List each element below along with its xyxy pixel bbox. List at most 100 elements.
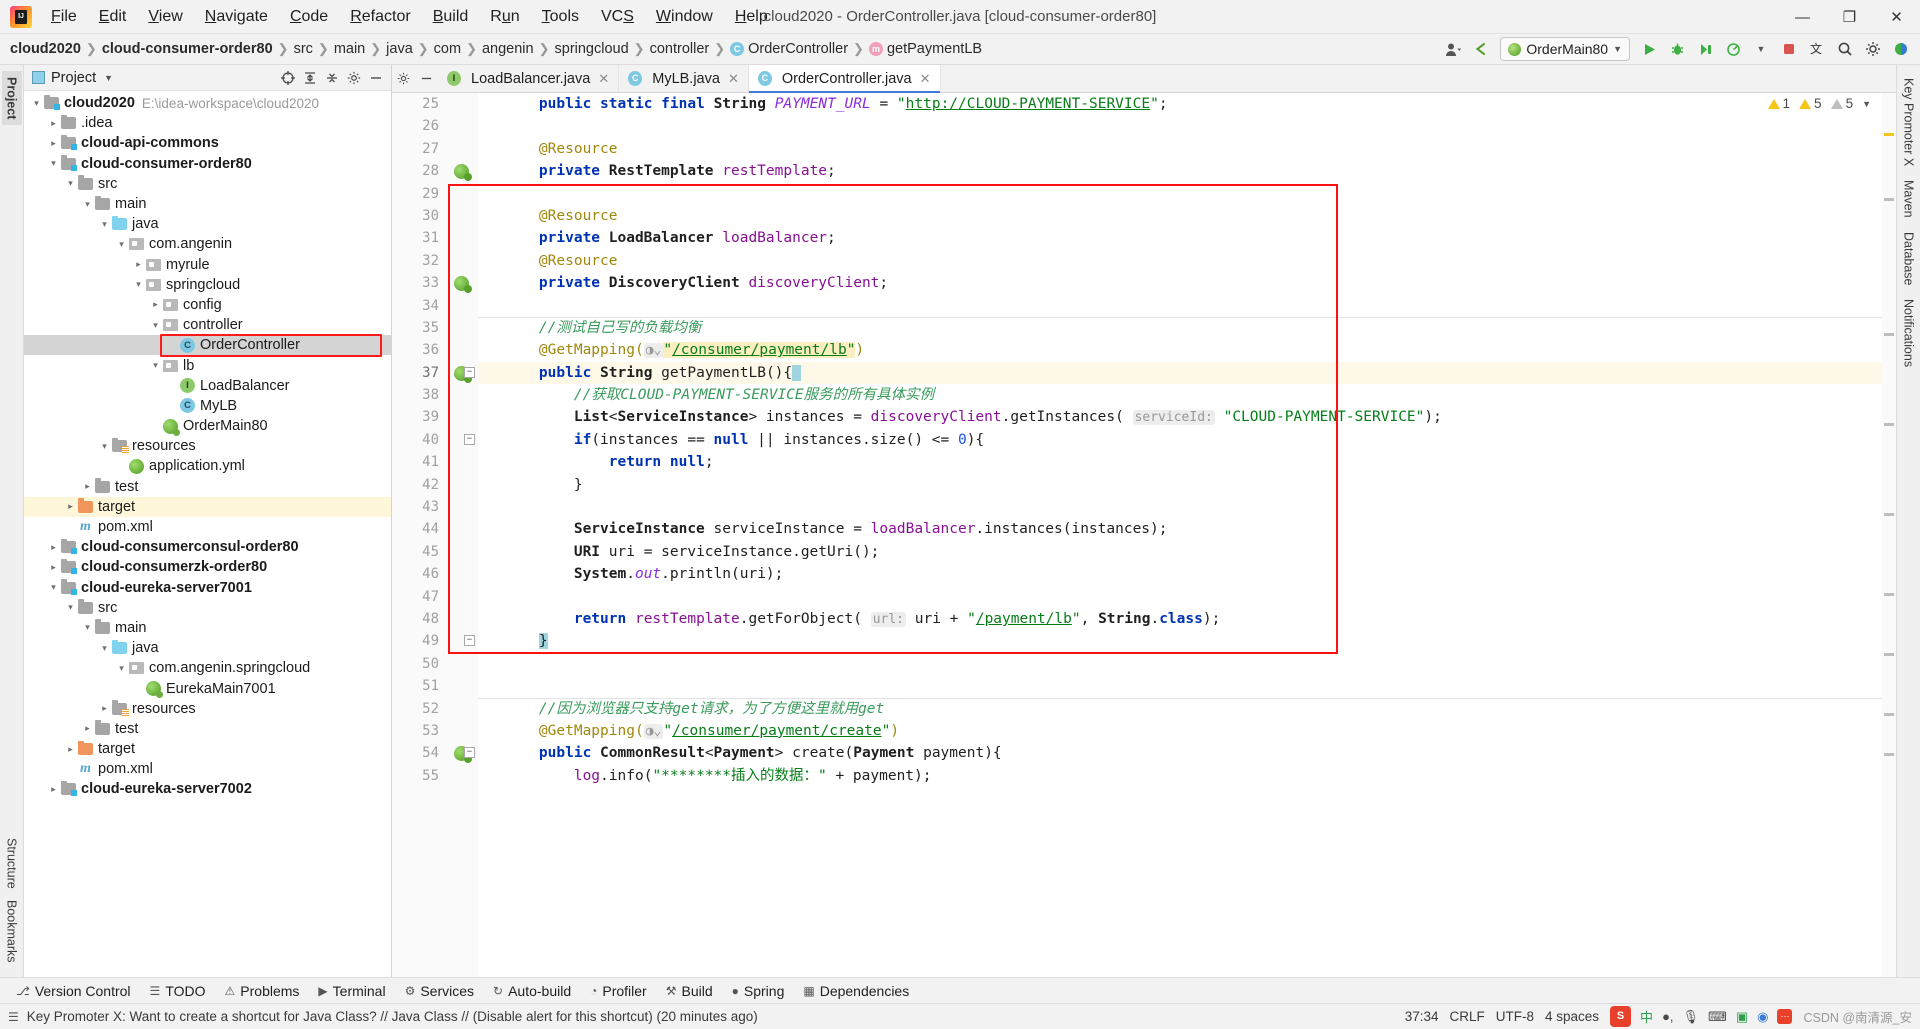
breadcrumb-controller[interactable]: controller bbox=[650, 41, 710, 57]
menu-vcs[interactable]: VCS bbox=[590, 3, 645, 31]
close-tab-icon[interactable]: ✕ bbox=[920, 71, 931, 87]
code-editor[interactable]: 25 26 27 28 29 30 31 32 33 34 35 36 37 38 39 40 41 42 43 44… bbox=[392, 93, 1896, 977]
tool-window-build[interactable]: ⚒ Build bbox=[658, 981, 721, 1001]
run-button[interactable] bbox=[1636, 37, 1662, 62]
warning-marker[interactable] bbox=[1884, 133, 1894, 136]
tree-node-test[interactable]: ▸ test bbox=[24, 719, 391, 739]
sogou-ime-logo-icon[interactable]: S bbox=[1610, 1006, 1632, 1027]
tree-node-java[interactable]: ▾ java bbox=[24, 214, 391, 234]
breadcrumb-com[interactable]: com bbox=[434, 41, 461, 57]
menu-build[interactable]: Build bbox=[422, 3, 480, 31]
indent-setting[interactable]: 4 spaces bbox=[1545, 1009, 1599, 1024]
tree-expand-arrow[interactable]: ▾ bbox=[98, 219, 111, 230]
tree-expand-arrow[interactable]: ▾ bbox=[47, 158, 60, 169]
tab-loadbalancer-java[interactable]: I LoadBalancer.java ✕ bbox=[438, 65, 620, 92]
tree-expand-arrow[interactable]: ▾ bbox=[30, 98, 43, 109]
tree-node-pom-xml[interactable]: m pom.xml bbox=[24, 517, 391, 537]
code-content[interactable]: public static final String PAYMENT_URL =… bbox=[478, 93, 1882, 977]
hide-panel-icon[interactable] bbox=[366, 68, 386, 88]
tree-expand-arrow[interactable]: ▾ bbox=[47, 582, 60, 593]
code-line[interactable]: System.out.println(uri); bbox=[478, 563, 1882, 585]
close-tab-icon[interactable]: ✕ bbox=[598, 71, 609, 87]
tool-window-auto-build[interactable]: ↻ Auto-build bbox=[485, 981, 579, 1001]
spring-bean-gutter-icon[interactable] bbox=[454, 164, 472, 182]
code-line[interactable]: public String getPaymentLB(){ bbox=[478, 361, 1882, 385]
sidebar-item-key-promoter-x[interactable]: Key Promoter X bbox=[1900, 71, 1918, 173]
inspection-widget[interactable]: 1 5 5 ▼ bbox=[1764, 96, 1874, 111]
menu-help[interactable]: Help bbox=[724, 3, 779, 31]
info-marker[interactable] bbox=[1884, 593, 1894, 596]
warning-count[interactable]: 1 bbox=[1767, 96, 1790, 111]
caret-position[interactable]: 37:34 bbox=[1405, 1009, 1439, 1024]
code-line[interactable]: //因为浏览器只支持get请求，为了方便这里就用get bbox=[478, 697, 1882, 720]
tree-node-cloud-consumerzk-order80[interactable]: ▸ cloud-consumerzk-order80 bbox=[24, 557, 391, 577]
tool-window-profiler[interactable]: ◔ Profiler bbox=[582, 981, 655, 1001]
tree-node-com-angenin-springcloud[interactable]: ▾ com.angenin.springcloud bbox=[24, 658, 391, 678]
tree-expand-arrow[interactable]: ▾ bbox=[149, 320, 162, 331]
tree-node-pom-xml[interactable]: m pom.xml bbox=[24, 759, 391, 779]
tree-expand-arrow[interactable]: ▾ bbox=[64, 178, 77, 189]
color-icon[interactable]: ◉ bbox=[1757, 1009, 1768, 1025]
tree-node-myrule[interactable]: ▸ myrule bbox=[24, 255, 391, 275]
code-line[interactable]: return null; bbox=[478, 451, 1882, 473]
tree-node-springcloud[interactable]: ▾ springcloud bbox=[24, 275, 391, 295]
profiler-button[interactable] bbox=[1720, 37, 1746, 62]
tree-expand-arrow[interactable]: ▸ bbox=[47, 138, 60, 149]
stop-button[interactable] bbox=[1776, 37, 1802, 62]
tree-node-target[interactable]: ▸ target bbox=[24, 739, 391, 759]
tree-node-ordermain80[interactable]: OrderMain80 bbox=[24, 416, 391, 436]
code-line[interactable] bbox=[478, 675, 1882, 697]
tree-node-test[interactable]: ▸ test bbox=[24, 477, 391, 497]
tree-node-idea[interactable]: ▸ .idea bbox=[24, 113, 391, 133]
code-line[interactable]: if(instances == null || instances.size()… bbox=[478, 429, 1882, 451]
tree-expand-arrow[interactable]: ▸ bbox=[64, 501, 77, 512]
info-marker[interactable] bbox=[1884, 653, 1894, 656]
tree-node-loadbalancer[interactable]: I LoadBalancer bbox=[24, 376, 391, 396]
gutter-annotations[interactable]: − − − − bbox=[450, 93, 478, 977]
code-line[interactable]: private LoadBalancer loadBalancer; bbox=[478, 227, 1882, 249]
spring-bean-gutter-icon[interactable] bbox=[454, 276, 472, 294]
tree-expand-arrow[interactable]: ▾ bbox=[81, 199, 94, 210]
tree-node-resources[interactable]: ▸ resources bbox=[24, 699, 391, 719]
info-marker[interactable] bbox=[1884, 423, 1894, 426]
tool-window-todo[interactable]: ☰ TODO bbox=[142, 981, 214, 1001]
code-line[interactable]: URI uri = serviceInstance.getUri(); bbox=[478, 541, 1882, 563]
breadcrumb-angenin[interactable]: angenin bbox=[482, 41, 534, 57]
code-line[interactable] bbox=[478, 115, 1882, 137]
breadcrumb-springcloud[interactable]: springcloud bbox=[555, 41, 629, 57]
line-separator[interactable]: CRLF bbox=[1449, 1009, 1484, 1024]
sidebar-item-project[interactable]: Project bbox=[1, 71, 22, 126]
code-line[interactable]: @GetMapping(◑⌄ "/consumer/payment/lb") bbox=[478, 339, 1882, 361]
code-line[interactable]: @Resource bbox=[478, 250, 1882, 272]
tree-node-cloud-consumerconsul-order80[interactable]: ▸ cloud-consumerconsul-order80 bbox=[24, 537, 391, 557]
menu-code[interactable]: Code bbox=[279, 3, 339, 31]
tree-node-mylb[interactable]: C MyLB bbox=[24, 396, 391, 416]
sidebar-item-structure[interactable]: Structure bbox=[2, 832, 22, 895]
minimize-button[interactable]: — bbox=[1779, 0, 1826, 34]
breadcrumb-main[interactable]: main bbox=[334, 41, 365, 57]
grey-inspection-count[interactable]: 5 bbox=[1830, 96, 1853, 111]
tree-expand-arrow[interactable]: ▾ bbox=[115, 663, 128, 674]
tree-node-application-yml[interactable]: application.yml bbox=[24, 456, 391, 476]
tree-node-resources[interactable]: ▾ resources bbox=[24, 436, 391, 456]
tabs-settings-icon[interactable] bbox=[392, 65, 415, 92]
tool-window-dependencies[interactable]: ▦ Dependencies bbox=[795, 981, 917, 1001]
tree-node-cloud2020[interactable]: ▾ cloud2020 E:\idea-workspace\cloud2020 bbox=[24, 93, 391, 113]
menu-refactor[interactable]: Refactor bbox=[339, 3, 421, 31]
scroll-marker-strip[interactable] bbox=[1882, 93, 1896, 977]
tab-mylb-java[interactable]: C MyLB.java ✕ bbox=[619, 65, 749, 92]
info-marker[interactable] bbox=[1884, 513, 1894, 516]
run-with-coverage-button[interactable] bbox=[1692, 37, 1718, 62]
info-marker[interactable] bbox=[1884, 713, 1894, 716]
fold-toggle-icon[interactable]: − bbox=[464, 747, 475, 759]
tree-expand-arrow[interactable]: ▸ bbox=[64, 744, 77, 755]
code-line[interactable]: List<ServiceInstance> instances = discov… bbox=[478, 406, 1882, 428]
tree-node-java[interactable]: ▾ java bbox=[24, 638, 391, 658]
tool-window-problems[interactable]: ⚠ Problems bbox=[217, 981, 308, 1001]
tree-node-cloud-eureka-server7002[interactable]: ▸ cloud-eureka-server7002 bbox=[24, 779, 391, 799]
tree-expand-arrow[interactable]: ▾ bbox=[149, 360, 162, 371]
fold-toggle-icon[interactable]: − bbox=[464, 433, 475, 445]
menu-file[interactable]: File bbox=[40, 3, 88, 31]
code-line[interactable]: return restTemplate.getForObject( url: u… bbox=[478, 608, 1882, 630]
tool-window-services[interactable]: ⚙ Services bbox=[397, 981, 482, 1001]
